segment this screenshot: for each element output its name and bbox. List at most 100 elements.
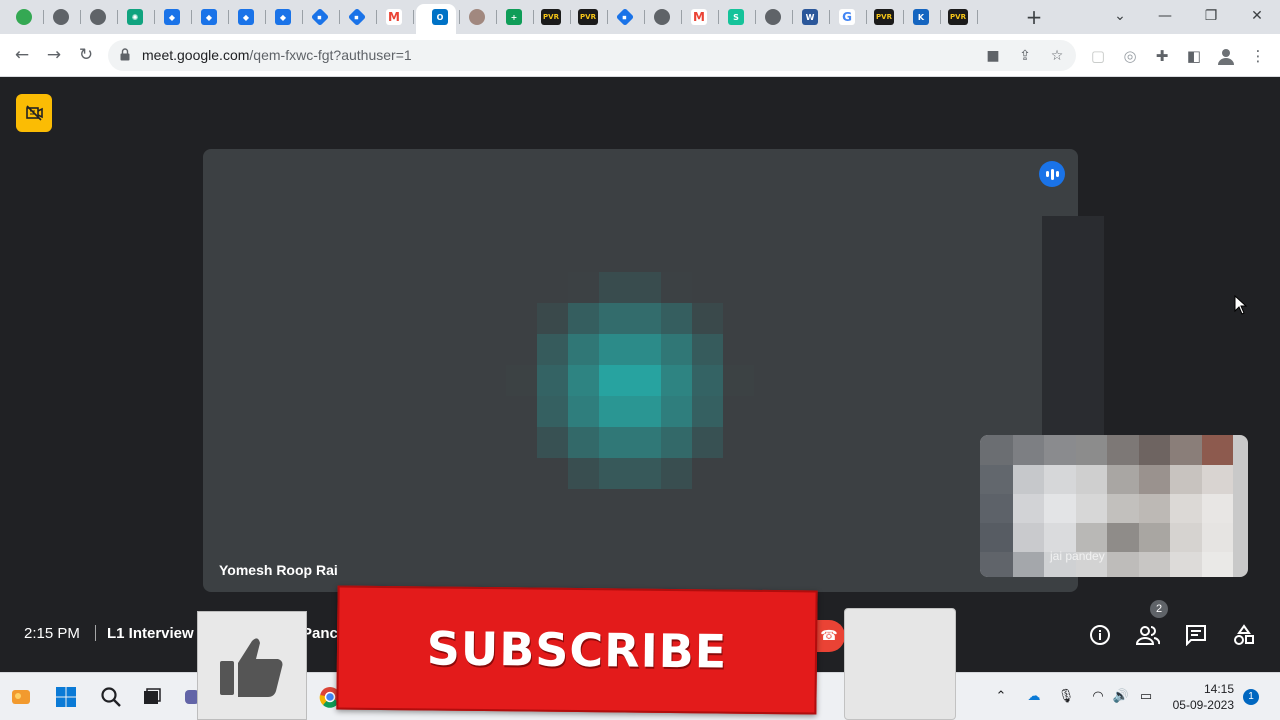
tab-pvr[interactable]: PVR bbox=[536, 5, 566, 29]
tab-search-icon[interactable]: ⌄ bbox=[1105, 4, 1135, 28]
tab-separator bbox=[459, 10, 460, 24]
tab-sheets[interactable]: + bbox=[499, 5, 529, 29]
widgets-icon[interactable] bbox=[9, 685, 33, 709]
self-view-tile[interactable]: jai pandey bbox=[980, 435, 1248, 577]
subscribe-banner: SUBSCRIBE bbox=[336, 585, 818, 715]
leave-call-button[interactable]: ☎ bbox=[813, 620, 845, 652]
tab-avatar[interactable] bbox=[462, 5, 492, 29]
shield-icon: ◆ bbox=[275, 9, 291, 25]
tab-outlook[interactable]: O bbox=[425, 5, 455, 29]
jira-icon: ◆ bbox=[347, 7, 367, 27]
video-off-icon bbox=[26, 105, 43, 121]
system-clock[interactable]: 14:15 05-09-2023 bbox=[1170, 681, 1234, 713]
onedrive-cloud-icon[interactable]: ☁ bbox=[1024, 687, 1044, 707]
chrome-icon bbox=[16, 9, 32, 25]
camera-off-badge[interactable] bbox=[16, 94, 52, 132]
tab-shield[interactable]: ◆ bbox=[231, 5, 261, 29]
edge-icon bbox=[90, 9, 106, 25]
forward-button[interactable]: → bbox=[42, 43, 66, 67]
tab-google[interactable]: G bbox=[832, 5, 862, 29]
tab-separator bbox=[570, 10, 571, 24]
tab-globe[interactable] bbox=[46, 5, 76, 29]
tab-chatgpt[interactable]: ✺ bbox=[120, 5, 150, 29]
new-tab-button[interactable]: + bbox=[1022, 5, 1046, 29]
tab-separator bbox=[644, 10, 645, 24]
tab-shield[interactable]: ◆ bbox=[194, 5, 224, 29]
tab-gmail[interactable]: M bbox=[379, 5, 409, 29]
tab-word[interactable]: W bbox=[795, 5, 825, 29]
shield-icon: ◆ bbox=[164, 9, 180, 25]
tab-pvr[interactable]: PVR bbox=[943, 5, 973, 29]
tab-separator bbox=[265, 10, 266, 24]
tab-separator bbox=[413, 10, 414, 24]
shield-icon: ◆ bbox=[201, 9, 217, 25]
browser-menu-icon[interactable]: ⋮ bbox=[1248, 46, 1268, 66]
mouse-cursor-icon bbox=[1234, 295, 1248, 315]
profile-avatar[interactable] bbox=[1216, 46, 1236, 66]
system-clock-time: 14:15 bbox=[1203, 682, 1234, 696]
tab-gmail[interactable]: M bbox=[684, 5, 714, 29]
lock-icon bbox=[120, 48, 130, 61]
search-icon[interactable] bbox=[99, 685, 123, 709]
chat-icon[interactable] bbox=[1181, 620, 1211, 650]
reload-button[interactable]: ↻ bbox=[74, 43, 98, 67]
gmail-icon: M bbox=[691, 9, 707, 25]
tab-k[interactable]: K bbox=[906, 5, 936, 29]
tab-globe[interactable] bbox=[647, 5, 677, 29]
url-host: meet.google.com bbox=[142, 47, 250, 63]
battery-icon[interactable]: ▭ bbox=[1136, 687, 1156, 707]
notification-count-badge[interactable]: 1 bbox=[1243, 689, 1259, 705]
tab-separator bbox=[228, 10, 229, 24]
extension-icon[interactable]: ▢ bbox=[1088, 46, 1108, 66]
meeting-title: L1 Interview bbox=[107, 625, 194, 642]
microphone-icon[interactable]: 🎙 bbox=[1056, 687, 1076, 707]
system-clock-date: 05-09-2023 bbox=[1172, 698, 1234, 712]
tab-separator bbox=[533, 10, 534, 24]
chatgpt-icon: ✺ bbox=[127, 9, 143, 25]
camera-icon[interactable]: ■ bbox=[984, 47, 1002, 65]
address-bar[interactable]: meet.google.com/qem-fxwc-fgt?authuser=1 … bbox=[108, 40, 1076, 71]
tab-shield[interactable]: ◆ bbox=[157, 5, 187, 29]
tab-separator bbox=[866, 10, 867, 24]
activities-icon[interactable] bbox=[1229, 620, 1259, 650]
tab-separator bbox=[940, 10, 941, 24]
task-view-icon[interactable] bbox=[140, 685, 164, 709]
extensions-puzzle-icon[interactable]: ✚ bbox=[1152, 46, 1172, 66]
restore-button[interactable]: ❐ bbox=[1196, 4, 1226, 28]
side-panel-strip bbox=[1042, 216, 1104, 436]
back-button[interactable]: ← bbox=[10, 43, 34, 67]
tab-shield[interactable]: ◆ bbox=[268, 5, 298, 29]
people-icon[interactable] bbox=[1133, 620, 1163, 650]
tab-edge[interactable] bbox=[83, 5, 113, 29]
close-window-button[interactable]: ✕ bbox=[1242, 4, 1272, 28]
url-text[interactable]: meet.google.com/qem-fxwc-fgt?authuser=1 bbox=[142, 47, 412, 63]
pvr-icon: PVR bbox=[948, 9, 968, 25]
tab-pvr[interactable]: PVR bbox=[573, 5, 603, 29]
google-icon: G bbox=[839, 9, 855, 25]
tab-jira[interactable]: ◆ bbox=[610, 5, 640, 29]
bookmark-star-icon[interactable]: ☆ bbox=[1048, 47, 1066, 65]
participant-tile-main[interactable]: Yomesh Roop Rai bbox=[203, 149, 1078, 592]
wifi-icon[interactable]: ◠ bbox=[1088, 687, 1108, 707]
participant-name-label: Yomesh Roop Rai bbox=[219, 562, 338, 578]
gmail-icon: M bbox=[386, 9, 402, 25]
browser-tab-strip: ✕ + ⌄ — ❐ ✕ ✺◆◆◆◆◆◆MO+PVRPVR◆MSWGPVRKPVR bbox=[0, 0, 1280, 34]
tab-grammarly[interactable]: S bbox=[721, 5, 751, 29]
minimize-button[interactable]: — bbox=[1150, 4, 1180, 28]
meeting-details-icon[interactable] bbox=[1085, 620, 1115, 650]
show-hidden-icons-chevron-icon[interactable]: ⌃ bbox=[991, 687, 1011, 707]
side-panel-icon[interactable]: ◧ bbox=[1184, 46, 1204, 66]
tab-chrome[interactable] bbox=[9, 5, 39, 29]
tab-jira[interactable]: ◆ bbox=[342, 5, 372, 29]
extension-icon[interactable]: ◎ bbox=[1120, 46, 1140, 66]
volume-icon[interactable]: 🔊 bbox=[1111, 687, 1131, 707]
tab-separator bbox=[755, 10, 756, 24]
pvr-icon: PVR bbox=[874, 9, 894, 25]
share-icon[interactable]: ⇪ bbox=[1016, 47, 1034, 65]
tab-pvr[interactable]: PVR bbox=[869, 5, 899, 29]
jira-icon: ◆ bbox=[310, 7, 330, 27]
tab-globe[interactable] bbox=[758, 5, 788, 29]
start-windows-icon[interactable] bbox=[54, 685, 78, 709]
tab-jira[interactable]: ◆ bbox=[305, 5, 335, 29]
self-view-caption: jai pandey bbox=[1050, 549, 1105, 563]
